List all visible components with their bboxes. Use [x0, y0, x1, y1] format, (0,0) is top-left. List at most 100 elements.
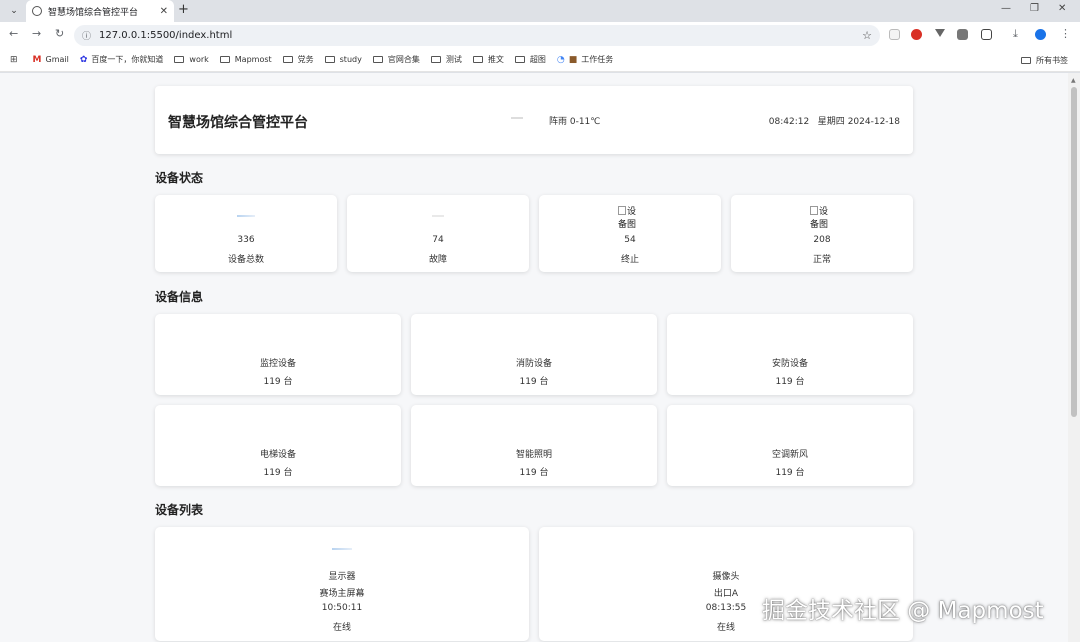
folder-icon: [324, 56, 335, 63]
address-bar[interactable]: ⓘ 127.0.0.1:5500/index.html ☆: [74, 25, 880, 46]
datetime: 08:42:12 星期四 2024-12-18: [769, 114, 900, 127]
extension-triangle-icon[interactable]: [935, 29, 945, 37]
folder-icon: [514, 56, 525, 63]
info-card-security[interactable]: 安防设备 119 台: [667, 314, 913, 395]
status-card-fault[interactable]: 74 故障: [347, 195, 529, 272]
device-time: 10:50:11: [321, 603, 363, 613]
watermark: 掘金技术社区 @ Mapmost: [762, 598, 1044, 624]
folder-icon: [1021, 57, 1031, 64]
folder-icon: [472, 56, 483, 63]
download-icon[interactable]: ⤓: [1013, 27, 1018, 41]
status-card-total[interactable]: 336 设备总数: [155, 195, 337, 272]
device-image: [237, 215, 255, 217]
broken-image-icon: 设备图: [810, 206, 829, 230]
info-count: 119 台: [519, 468, 549, 478]
bookmarks-bar: ⊞ M Gmail ✿ 百度一下，你就知道 work Mapmost 党务 stud…: [0, 48, 1080, 72]
status-card-stopped[interactable]: 设备图 54 终止: [539, 195, 721, 272]
apps-grid-icon[interactable]: ⊞: [10, 55, 22, 65]
all-bookmarks[interactable]: 所有书签: [1021, 55, 1068, 66]
info-count: 119 台: [775, 468, 805, 478]
folder-icon: [174, 56, 185, 63]
bookmark-baidu[interactable]: ✿ 百度一下，你就知道: [80, 54, 164, 65]
info-card-fire[interactable]: 消防设备 119 台: [411, 314, 657, 395]
section-title-status: 设备状态: [155, 171, 204, 185]
extension-icon[interactable]: [889, 29, 900, 40]
stat-value: 208: [813, 235, 831, 245]
scroll-up-arrow-icon[interactable]: ▲: [1071, 77, 1076, 84]
globe-icon: [32, 6, 42, 16]
info-name: 监控设备: [259, 359, 296, 369]
new-tab-icon[interactable]: +: [178, 2, 189, 17]
info-card-hvac[interactable]: 空调新风 119 台: [667, 405, 913, 486]
browser-tab[interactable]: 智慧场馆综合管控平台 ✕: [26, 0, 174, 22]
page-scrollbar[interactable]: ▲: [1068, 73, 1080, 642]
stat-label: 设备总数: [227, 255, 264, 265]
clock-weekday: 星期四: [817, 117, 845, 127]
info-name: 安防设备: [771, 359, 808, 369]
info-name: 电梯设备: [259, 450, 296, 460]
url-text: 127.0.0.1:5500/index.html: [99, 30, 233, 41]
section-title-list: 设备列表: [155, 503, 204, 517]
close-tab-icon[interactable]: ✕: [160, 6, 168, 17]
site-info-icon[interactable]: ⓘ: [82, 29, 91, 42]
device-image: [432, 215, 444, 217]
folder-icon: [372, 56, 383, 63]
folder-icon: [282, 56, 293, 63]
info-name: 智能照明: [515, 450, 552, 460]
close-window-icon[interactable]: ✕: [1058, 3, 1066, 14]
gmail-icon: M: [32, 54, 42, 65]
back-icon[interactable]: ←: [9, 27, 18, 40]
bookmark-folder-work[interactable]: work: [174, 55, 209, 64]
page-viewport: 智慧场馆综合管控平台 阵雨 0-11℃ 08:42:12 星期四 2024-12…: [0, 73, 1068, 642]
bookmark-folder-mapmost[interactable]: Mapmost: [219, 55, 272, 64]
forward-icon[interactable]: →: [32, 27, 41, 40]
stat-value: 336: [237, 235, 255, 245]
weather-icon: [511, 117, 523, 119]
restore-icon[interactable]: ❐: [1030, 3, 1039, 14]
folder-icon: [219, 56, 230, 63]
stat-label: 故障: [428, 255, 447, 265]
stat-value: 54: [624, 235, 636, 245]
bookmark-tasks[interactable]: ◔ ■ 工作任务: [557, 54, 613, 65]
device-status: 在线: [332, 623, 351, 633]
stat-value: 74: [432, 235, 444, 245]
tab-title: 智慧场馆综合管控平台: [48, 7, 139, 18]
bookmark-gmail[interactable]: M Gmail: [33, 55, 69, 65]
minimize-icon[interactable]: —: [1001, 3, 1011, 14]
bookmark-folder-guanwang[interactable]: 官网合集: [372, 54, 420, 65]
info-count: 119 台: [263, 468, 293, 478]
info-card-monitoring[interactable]: 监控设备 119 台: [155, 314, 401, 395]
info-card-lighting[interactable]: 智能照明 119 台: [411, 405, 657, 486]
browser-toolbar: ← → ↻ ⓘ 127.0.0.1:5500/index.html ☆ ⤓ ⋮: [0, 22, 1080, 48]
info-card-elevator[interactable]: 电梯设备 119 台: [155, 405, 401, 486]
briefcase-icon: ■: [568, 54, 578, 65]
device-image: [332, 548, 352, 550]
profile-avatar[interactable]: [1035, 29, 1046, 40]
bookmark-folder-chaotu[interactable]: 超图: [514, 54, 546, 65]
extensions-puzzle-icon[interactable]: [981, 29, 992, 40]
baidu-paw-icon: ✿: [79, 54, 88, 65]
section-title-info: 设备信息: [155, 290, 204, 304]
extension-red-icon[interactable]: [911, 29, 922, 40]
scrollbar-thumb[interactable]: [1071, 87, 1077, 417]
bookmark-folder-study[interactable]: study: [324, 55, 362, 64]
status-card-normal[interactable]: 设备图 208 正常: [731, 195, 913, 272]
header-card: 智慧场馆综合管控平台 阵雨 0-11℃ 08:42:12 星期四 2024-12…: [155, 86, 913, 154]
check-circle-icon: ◔: [556, 54, 565, 65]
extension-box-icon[interactable]: [957, 29, 968, 40]
bookmark-folder-tuiwen[interactable]: 推文: [472, 54, 504, 65]
bookmark-star-icon[interactable]: ☆: [862, 29, 872, 42]
bookmark-folder-ceshi[interactable]: 测试: [430, 54, 462, 65]
menu-kebab-icon[interactable]: ⋮: [1060, 27, 1071, 40]
tab-search-chevron-icon[interactable]: ⌄: [6, 3, 22, 19]
info-count: 119 台: [263, 377, 293, 387]
broken-image-icon: 设备图: [618, 206, 637, 230]
folder-icon: [430, 56, 441, 63]
bookmark-folder-dangwu[interactable]: 党务: [282, 54, 314, 65]
reload-icon[interactable]: ↻: [55, 27, 64, 40]
device-type: 摄像头: [712, 572, 740, 582]
info-count: 119 台: [775, 377, 805, 387]
stat-label: 正常: [812, 255, 831, 265]
device-location: 赛场主屏幕: [319, 589, 365, 599]
device-item-display[interactable]: 显示器 赛场主屏幕 10:50:11 在线: [155, 527, 529, 641]
